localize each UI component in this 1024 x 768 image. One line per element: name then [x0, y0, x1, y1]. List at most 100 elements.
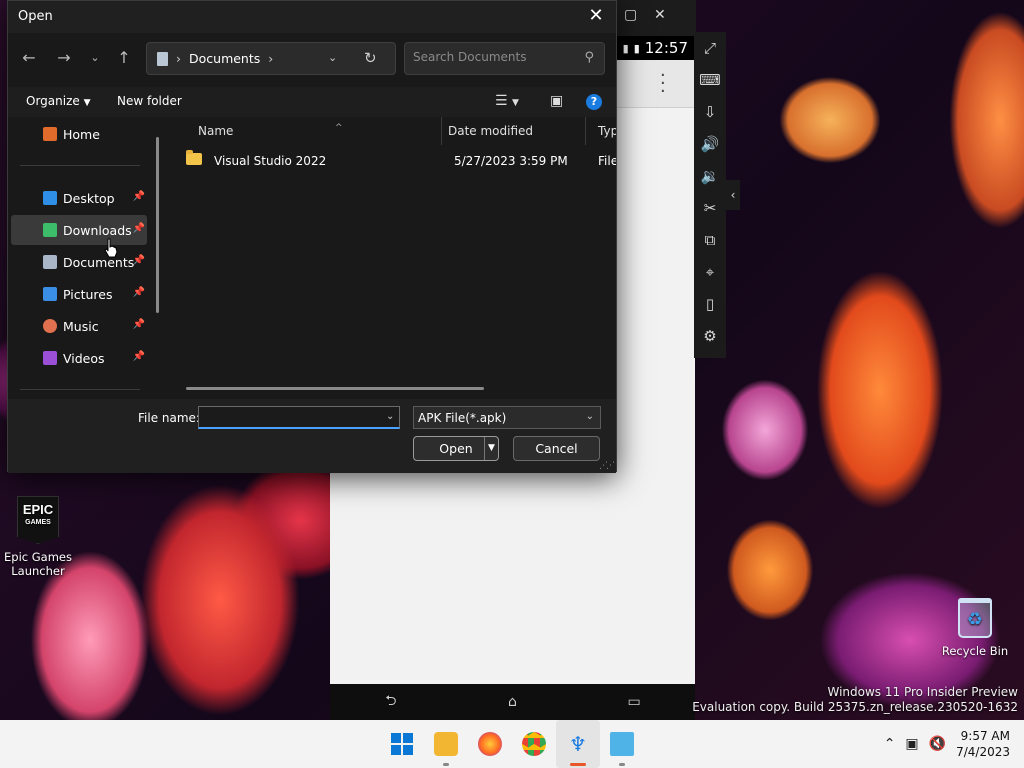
sort-ascending-icon: ^	[335, 123, 343, 133]
shake-icon[interactable]: ▯	[694, 288, 726, 320]
new-folder-button[interactable]: New folder	[117, 94, 182, 108]
nav-item-music[interactable]: Music 📌	[11, 311, 147, 341]
pin-icon: 📌	[132, 351, 145, 362]
signal-icon: ▮	[622, 41, 629, 55]
desktop-icon-label: Launcher	[11, 564, 65, 578]
horizontal-scrollbar[interactable]	[186, 387, 484, 390]
epic-logo-text-top: EPIC	[22, 502, 54, 517]
table-row[interactable]: Visual Studio 2022 5/27/2023 3:59 PM Fil…	[184, 149, 616, 173]
volume-muted-icon[interactable]: 🔇	[929, 736, 946, 752]
running-indicator	[619, 763, 625, 766]
forward-arrow-icon[interactable]: →	[53, 48, 75, 67]
taskbar-file-explorer[interactable]	[424, 720, 468, 768]
taskbar-clock[interactable]: 9:57 AM 7/4/2023	[956, 728, 1010, 760]
column-header-date[interactable]: Date modified	[440, 117, 586, 145]
more-options-icon[interactable]: · · ·	[660, 67, 666, 101]
chevron-up-icon[interactable]: ⌃	[884, 736, 896, 752]
column-header-type[interactable]: Type	[590, 117, 616, 145]
organize-button[interactable]: Organize ▼	[26, 94, 91, 108]
nav-item-pictures[interactable]: Pictures 📌	[11, 279, 147, 309]
up-arrow-icon[interactable]: ↑	[113, 48, 135, 67]
folder-icon	[434, 732, 458, 756]
file-name-dropdown-icon[interactable]: ⌄	[386, 411, 394, 422]
taskbar-apps: ♆	[380, 720, 644, 768]
nav-item-videos[interactable]: Videos 📌	[11, 343, 147, 373]
taskbar-firefox[interactable]	[468, 720, 512, 768]
start-button[interactable]	[380, 720, 424, 768]
open-button-label: Open	[439, 441, 473, 456]
pictures-icon	[43, 287, 57, 301]
location-icon[interactable]: ⌖	[694, 256, 726, 288]
taskbar-emulator[interactable]: ♆	[556, 720, 600, 768]
open-button[interactable]: Open ▼	[413, 436, 499, 461]
file-name-cell: Visual Studio 2022	[214, 154, 327, 168]
nav-item-label: Downloads	[63, 222, 132, 238]
open-split-dropdown-icon[interactable]: ▼	[484, 437, 498, 460]
file-type-select[interactable]: APK File(*.apk) ⌄	[413, 406, 601, 429]
network-icon[interactable]: ▣	[905, 736, 918, 752]
battery-icon: ▮	[633, 41, 640, 55]
file-date-cell: 5/27/2023 3:59 PM	[454, 154, 568, 168]
column-header-name[interactable]: Name ^	[190, 117, 442, 145]
close-icon[interactable]: ✕	[584, 5, 608, 29]
install-apk-icon[interactable]: ⇩	[694, 96, 726, 128]
help-icon[interactable]: ?	[586, 94, 602, 110]
search-input[interactable]	[413, 50, 573, 64]
file-name-input[interactable]	[198, 406, 400, 429]
multi-instance-icon[interactable]: ⧉	[694, 224, 726, 256]
taskbar-notepad[interactable]	[600, 720, 644, 768]
back-arrow-icon[interactable]: ←	[18, 48, 40, 67]
cancel-button[interactable]: Cancel	[513, 436, 600, 461]
resize-grip-icon[interactable]: ⋰⋰	[599, 461, 615, 471]
nav-item-label: Desktop	[63, 190, 115, 206]
home-icon[interactable]: ⌂	[492, 694, 532, 710]
navigation-pane: Home Desktop 📌 Downloads 📌 Documents 📌 P…	[8, 117, 166, 399]
search-box[interactable]: ⚲	[404, 42, 605, 75]
emulator-sidebar: ⤢ ⌨ ⇩ 🔊 🔉 ✂ ⧉ ⌖ ▯ ⚙	[694, 32, 726, 358]
settings-icon[interactable]: ⚙	[694, 320, 726, 352]
nav-item-home[interactable]: Home	[11, 119, 147, 149]
screenshot-icon[interactable]: ✂	[694, 192, 726, 224]
breadcrumb-chevron-icon[interactable]: ›	[268, 51, 273, 66]
nav-item-documents[interactable]: Documents 📌	[11, 247, 147, 277]
desktop-icon-epic-games[interactable]: EPIC GAMES Epic Games Launcher	[4, 496, 72, 578]
fullscreen-icon[interactable]: ⤢	[694, 32, 726, 64]
breadcrumb-documents[interactable]: Documents	[189, 51, 260, 66]
taskbar-chrome[interactable]	[512, 720, 556, 768]
music-icon	[43, 319, 57, 333]
command-bar: Organize ▼ New folder ☰ ▼ ▣ ?	[8, 87, 616, 117]
back-icon[interactable]: ⮌	[371, 690, 411, 714]
address-row: ← → ⌄ ↑ › Documents › ⌄ ↻ ⚲	[8, 41, 616, 77]
pin-icon: 📌	[132, 255, 145, 266]
close-icon[interactable]: ✕	[654, 7, 666, 23]
search-icon[interactable]: ⚲	[584, 50, 594, 65]
home-icon	[43, 127, 57, 141]
desktop-icon-label: Epic Games	[4, 550, 72, 564]
volume-up-icon[interactable]: 🔊	[694, 128, 726, 160]
keyboard-icon[interactable]: ⌨	[694, 64, 726, 96]
emulator-swan-icon: ♆	[569, 732, 587, 756]
epic-games-icon: EPIC GAMES	[17, 496, 59, 544]
refresh-icon[interactable]: ↻	[364, 49, 377, 67]
dialog-title: Open	[18, 9, 53, 24]
maximize-icon[interactable]: ▢	[624, 7, 637, 23]
recents-icon[interactable]: ▭	[614, 694, 654, 710]
view-options-icon[interactable]: ☰ ▼	[495, 93, 519, 109]
chevron-left-icon[interactable]: ‹	[726, 180, 740, 210]
address-bar[interactable]: › Documents ›	[146, 42, 396, 75]
running-indicator	[443, 763, 449, 766]
active-indicator	[570, 763, 586, 766]
nav-item-desktop[interactable]: Desktop 📌	[11, 183, 147, 213]
desktop-icon-recycle-bin[interactable]: ♻ Recycle Bin	[940, 598, 1010, 658]
recent-locations-icon[interactable]: ⌄	[84, 51, 106, 64]
preview-pane-icon[interactable]: ▣	[550, 93, 563, 109]
epic-logo-text-bottom: GAMES	[25, 519, 51, 526]
nav-scrollbar[interactable]	[156, 137, 159, 313]
dialog-titlebar: Open ✕	[8, 1, 616, 33]
nav-item-downloads[interactable]: Downloads 📌	[11, 215, 147, 245]
emulator-app-bar	[616, 60, 694, 108]
file-type-value: APK File(*.apk)	[418, 411, 507, 425]
volume-down-icon[interactable]: 🔉	[694, 160, 726, 192]
nav-item-label: Pictures	[63, 286, 113, 302]
address-dropdown-icon[interactable]: ⌄	[328, 51, 337, 64]
